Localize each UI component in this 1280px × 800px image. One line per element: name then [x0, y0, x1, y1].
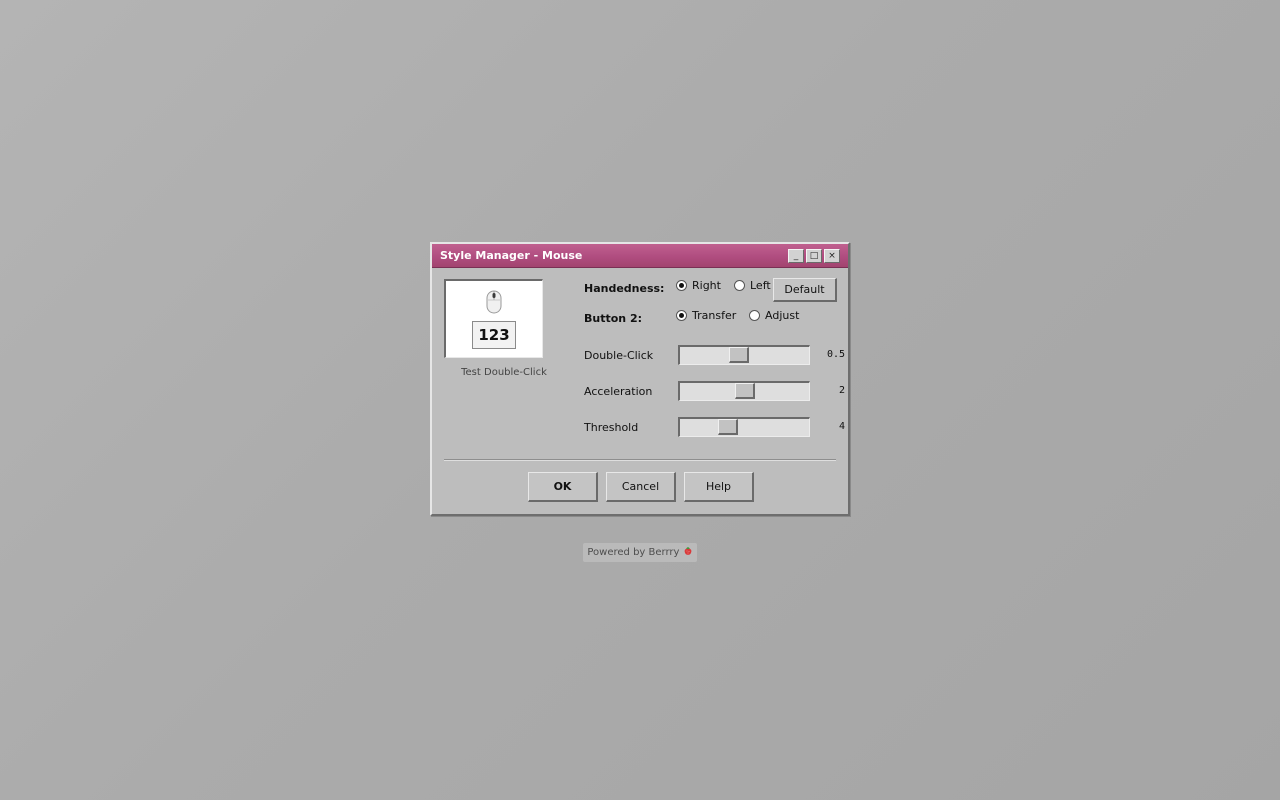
ok-button[interactable]: OK	[528, 472, 598, 502]
powered-by-badge[interactable]: Powered by Berrry	[583, 543, 697, 562]
acceleration-label: Acceleration	[584, 385, 653, 398]
default-button[interactable]: Default	[773, 278, 837, 302]
acceleration-value: 2	[838, 385, 845, 396]
button2-transfer-label[interactable]: Transfer	[692, 309, 736, 322]
button2-label: Button 2:	[584, 312, 643, 325]
double-click-slider-thumb[interactable]	[729, 347, 749, 363]
threshold-slider-thumb[interactable]	[718, 419, 738, 435]
threshold-value: 4	[838, 421, 845, 432]
minimize-button[interactable]: _	[788, 249, 804, 263]
strawberry-icon	[684, 547, 692, 555]
acceleration-slider[interactable]	[678, 381, 810, 401]
handedness-left-radio[interactable]	[734, 280, 745, 291]
double-click-value: 0.5	[826, 349, 845, 360]
button2-transfer-radio[interactable]	[676, 310, 687, 321]
double-click-counter: 123	[472, 321, 516, 349]
title-bar[interactable]: Style Manager - Mouse _ □ ×	[432, 244, 848, 268]
handedness-left-label[interactable]: Left	[750, 279, 771, 292]
threshold-slider[interactable]	[678, 417, 810, 437]
cancel-button[interactable]: Cancel	[606, 472, 676, 502]
close-button[interactable]: ×	[824, 249, 840, 263]
style-manager-mouse-window: Style Manager - Mouse _ □ × 123 Test Dou…	[430, 242, 850, 516]
button2-adjust-radio[interactable]	[749, 310, 760, 321]
button2-adjust-label[interactable]: Adjust	[765, 309, 799, 322]
test-double-click-label: Test Double-Click	[461, 367, 547, 378]
handedness-right-radio[interactable]	[676, 280, 687, 291]
maximize-button[interactable]: □	[806, 249, 822, 263]
double-click-slider[interactable]	[678, 345, 810, 365]
divider	[444, 459, 836, 461]
acceleration-slider-thumb[interactable]	[735, 383, 755, 399]
powered-by-text: Powered by Berrry	[587, 547, 680, 558]
double-click-test-area[interactable]: 123	[444, 279, 543, 358]
help-button[interactable]: Help	[684, 472, 754, 502]
double-click-label: Double-Click	[584, 349, 654, 362]
handedness-right-label[interactable]: Right	[692, 279, 721, 292]
handedness-label: Handedness:	[584, 282, 665, 295]
mouse-icon	[486, 290, 502, 314]
window-title: Style Manager - Mouse	[440, 249, 583, 262]
threshold-label: Threshold	[584, 421, 639, 434]
